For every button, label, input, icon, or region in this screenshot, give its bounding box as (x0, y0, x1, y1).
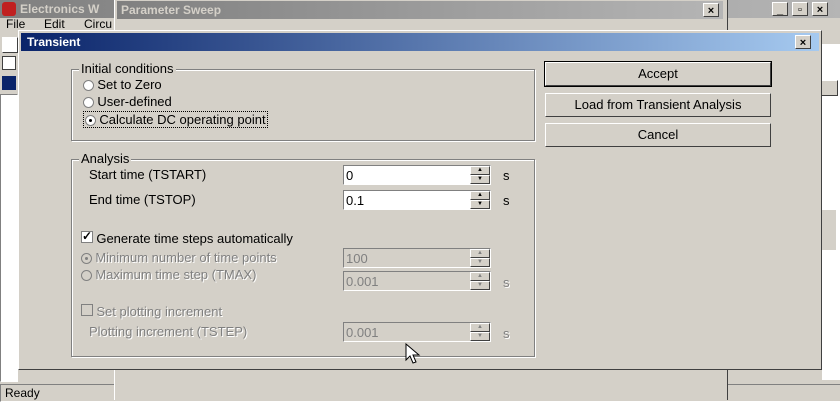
start-time-input[interactable] (346, 167, 464, 183)
transient-dialog: Transient × Initial conditions Set to Ze… (18, 30, 822, 370)
plot-increment-unit: s (503, 326, 510, 341)
app-icon (2, 2, 16, 16)
accept-button[interactable]: Accept (544, 61, 772, 87)
radio-circle[interactable] (81, 270, 92, 282)
menu-circuit[interactable]: Circu (84, 17, 112, 31)
min-points-label: Minimum number of time points (95, 250, 277, 265)
radio-label: User-defined (97, 94, 172, 109)
transient-title-bar: Transient (21, 33, 819, 51)
spin-down-icon[interactable]: ▼ (470, 175, 490, 184)
radio-circle[interactable] (81, 253, 92, 265)
spin-up-icon[interactable]: ▲ (470, 323, 490, 332)
radio-user-defined[interactable]: User-defined (83, 94, 172, 109)
radio-min-points[interactable]: Minimum number of time points (81, 250, 277, 265)
close-icon[interactable]: × (812, 2, 828, 16)
start-time-spinbox[interactable]: ▲ ▼ (343, 165, 491, 185)
spin-down-icon[interactable]: ▼ (470, 332, 490, 341)
restore-icon[interactable]: ▫ (792, 2, 808, 16)
plot-increment-input[interactable] (346, 324, 464, 340)
design-icon[interactable] (2, 76, 16, 90)
max-step-label: Maximum time step (TMAX) (95, 267, 257, 282)
close-icon[interactable]: × (795, 35, 811, 49)
scrollbar-thumb[interactable] (822, 210, 836, 250)
max-step-unit: s (503, 275, 510, 290)
close-icon[interactable] (820, 80, 838, 96)
max-step-spinbox[interactable]: ▲ ▼ (343, 271, 491, 291)
spin-down-icon[interactable]: ▼ (470, 200, 490, 209)
menu-edit[interactable]: Edit (44, 17, 65, 31)
parameter-sweep-title-bar: Parameter Sweep (117, 1, 723, 19)
spin-up-icon[interactable]: ▲ (470, 272, 490, 281)
start-time-label: Start time (TSTART) (89, 167, 207, 182)
radio-label: Calculate DC operating point (99, 112, 266, 127)
radio-circle[interactable] (83, 97, 94, 109)
spin-up-icon[interactable]: ▲ (470, 191, 490, 200)
auto-steps-checkbox[interactable]: Generate time steps automatically (81, 229, 293, 246)
radio-calculate-dc[interactable]: Calculate DC operating point (83, 111, 268, 128)
load-button-label: Load from Transient Analysis (574, 97, 742, 112)
min-points-input[interactable] (346, 250, 464, 266)
mouse-pointer-icon (405, 343, 421, 364)
auto-steps-label: Generate time steps automatically (96, 231, 293, 246)
radio-circle[interactable] (83, 80, 94, 92)
radio-label: Set to Zero (97, 77, 162, 92)
status-text: Ready (5, 386, 40, 400)
max-step-input[interactable] (346, 273, 464, 289)
cancel-button[interactable]: Cancel (545, 123, 771, 147)
spin-up-icon[interactable]: ▲ (470, 166, 490, 175)
end-time-unit: s (503, 193, 510, 208)
min-points-spinbox[interactable]: ▲ ▼ (343, 248, 491, 268)
end-time-label: End time (TSTOP) (89, 192, 196, 207)
load-from-transient-button[interactable]: Load from Transient Analysis (545, 93, 771, 117)
radio-set-to-zero[interactable]: Set to Zero (83, 77, 162, 92)
left-panel (0, 94, 18, 382)
set-plot-increment-checkbox[interactable]: Set plotting increment (81, 304, 222, 319)
end-time-input[interactable] (346, 192, 464, 208)
set-plot-increment-label: Set plotting increment (96, 304, 223, 319)
radio-max-step[interactable]: Maximum time step (TMAX) (81, 267, 256, 282)
spin-down-icon[interactable]: ▼ (470, 258, 490, 267)
minimize-icon[interactable]: _ (772, 2, 788, 16)
end-time-spinbox[interactable]: ▲ ▼ (343, 190, 491, 210)
analysis-legend: Analysis (79, 151, 132, 166)
checkbox-box[interactable] (81, 229, 93, 243)
grid-icon[interactable] (2, 56, 16, 70)
close-icon[interactable]: × (703, 3, 719, 17)
spin-down-icon[interactable]: ▼ (470, 281, 490, 290)
checkbox-box[interactable] (81, 304, 93, 316)
plot-increment-spinbox[interactable]: ▲ ▼ (343, 322, 491, 342)
menu-file[interactable]: File (6, 17, 25, 31)
new-document-icon[interactable] (2, 37, 18, 53)
initial-conditions-legend: Initial conditions (79, 61, 176, 76)
dialog-title: Transient (27, 35, 81, 49)
plot-increment-label: Plotting increment (TSTEP) (89, 324, 248, 339)
spin-up-icon[interactable]: ▲ (470, 249, 490, 258)
start-time-unit: s (503, 168, 510, 183)
accept-button-label: Accept (638, 66, 678, 81)
cancel-button-label: Cancel (637, 127, 679, 142)
radio-circle[interactable] (85, 115, 96, 127)
parameter-sweep-title: Parameter Sweep (121, 3, 222, 17)
